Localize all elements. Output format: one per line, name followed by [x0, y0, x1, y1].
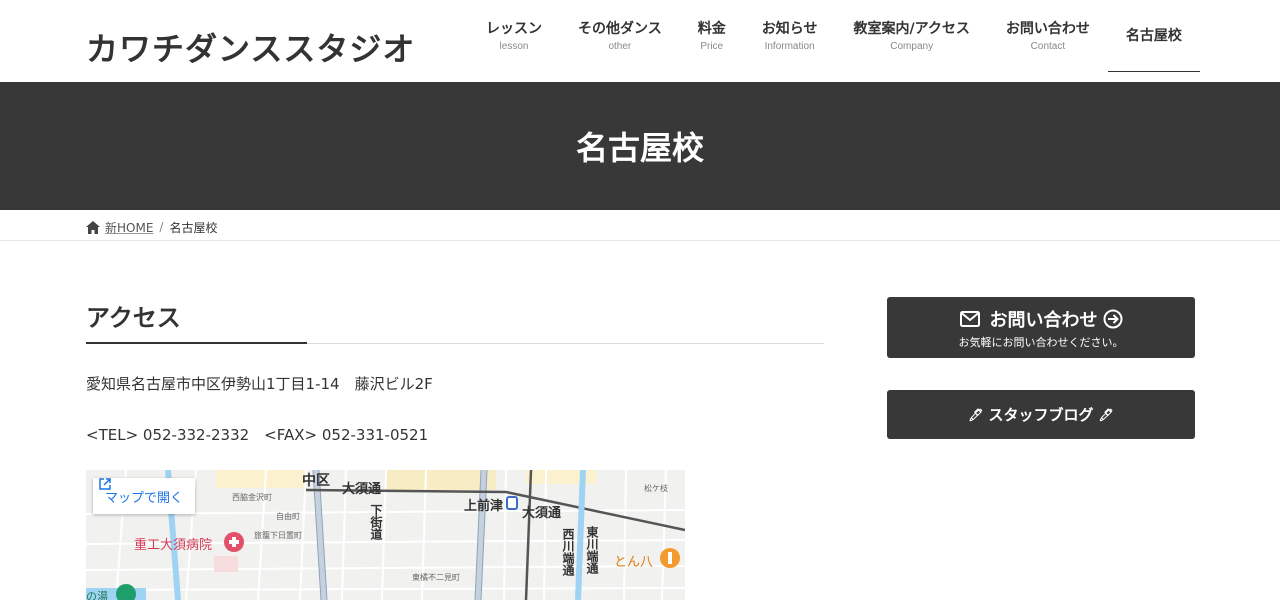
address-text: 愛知県名古屋市中区伊勢山1丁目1-14 藤沢ビル2F — [86, 375, 433, 393]
breadcrumb-divider — [0, 240, 1280, 241]
arrow-circle-right-icon — [1103, 309, 1122, 328]
pen-icon: 🖊 — [1098, 407, 1114, 422]
nav-item-other[interactable]: その他ダンス other — [560, 0, 680, 72]
map-label: 大須通 — [522, 506, 562, 521]
tel-fax-text: <TEL> 052-332-2332 <FAX> 052-331-0521 — [86, 426, 429, 444]
breadcrumb-current: 名古屋校 — [169, 220, 218, 235]
breadcrumb-home-link[interactable]: 新HOME — [105, 219, 153, 236]
section-title-accent-line — [86, 342, 307, 344]
map-label: 大須通 — [342, 482, 382, 497]
open-in-maps-button[interactable]: マップで開く — [93, 478, 196, 514]
nav-label: 料金 — [697, 20, 726, 37]
map-label: 下街道 — [369, 504, 383, 540]
nav-label: 名古屋校 — [1125, 27, 1182, 44]
staff-blog-button[interactable]: 🖊 スタッフブログ 🖊 — [887, 390, 1195, 439]
site-logo[interactable]: カワチダンススタジオ — [86, 24, 415, 70]
breadcrumb: 新HOME / 名古屋校 — [86, 218, 217, 236]
map-label: 上前津 — [464, 499, 504, 514]
map-label: 自由町 — [276, 512, 300, 521]
map-label: 西脇金沢町 — [232, 493, 272, 502]
map-label-hospital: 重工大須病院 — [134, 538, 213, 553]
map-label: 東川端通 — [585, 526, 599, 574]
nav-item-price[interactable]: 料金 Price — [680, 0, 744, 72]
nav-item-nagoya[interactable]: 名古屋校 — [1107, 0, 1200, 72]
map-label: 東橘不二見町 — [412, 573, 460, 582]
staff-blog-label: スタッフブログ — [988, 406, 1094, 424]
contact-button-row: お問い合わせ — [959, 306, 1123, 332]
map-label: 西川端通 — [561, 528, 575, 576]
nav-item-information[interactable]: お知らせ Information — [744, 0, 836, 72]
section-title-access: アクセス — [86, 304, 181, 332]
map-label: 松ケ枝 — [644, 484, 668, 493]
nav-label: 教室案内/アクセス — [853, 20, 970, 37]
breadcrumb-separator: / — [159, 220, 164, 234]
page-title: 名古屋校 — [575, 129, 704, 167]
nav-sub-label: Contact — [1030, 40, 1066, 52]
nav-sub-label: Price — [700, 40, 724, 52]
nav-sub-label: Information — [764, 40, 815, 52]
map-label-restaurant: とん八 — [614, 555, 654, 570]
nav-label: その他ダンス — [578, 20, 662, 37]
site-header: カワチダンススタジオ レッスン lesson その他ダンス other 料金 P… — [0, 0, 1280, 82]
pen-icon: 🖊 — [968, 407, 984, 422]
page-header: 名古屋校 — [0, 82, 1280, 210]
contact-button-label: お問い合わせ — [989, 309, 1098, 331]
nav-item-lesson[interactable]: レッスン lesson — [468, 0, 560, 72]
map-label: 旅籠下日置町 — [254, 531, 302, 540]
nav-label: お問い合わせ — [1005, 20, 1090, 37]
nav-sub-label: Company — [890, 40, 934, 52]
home-icon — [86, 220, 100, 234]
nav-sub-label: lesson — [499, 40, 529, 52]
contact-button[interactable]: お問い合わせ お気軽にお問い合わせください。 — [887, 297, 1195, 358]
mail-icon — [959, 310, 980, 327]
nav-sub-label: other — [608, 40, 632, 52]
nav-label: お知らせ — [761, 20, 818, 37]
google-map[interactable]: 中区 大須通 上前津 大須通 重工大須病院 西川端通 東川端通 下街道 とん八 … — [86, 470, 685, 600]
nav-item-company[interactable]: 教室案内/アクセス Company — [835, 0, 987, 72]
contact-button-sub: お気軽にお問い合わせください。 — [958, 335, 1124, 349]
nav-item-contact[interactable]: お問い合わせ Contact — [988, 0, 1108, 72]
nav-label: レッスン — [486, 20, 542, 37]
external-link-icon — [99, 478, 111, 490]
global-nav: レッスン lesson その他ダンス other 料金 Price お知らせ I… — [468, 0, 1200, 82]
map-label: 中区 — [302, 473, 330, 489]
open-in-maps-label: マップで開く — [105, 490, 184, 506]
map-label: の湯 — [86, 590, 108, 600]
